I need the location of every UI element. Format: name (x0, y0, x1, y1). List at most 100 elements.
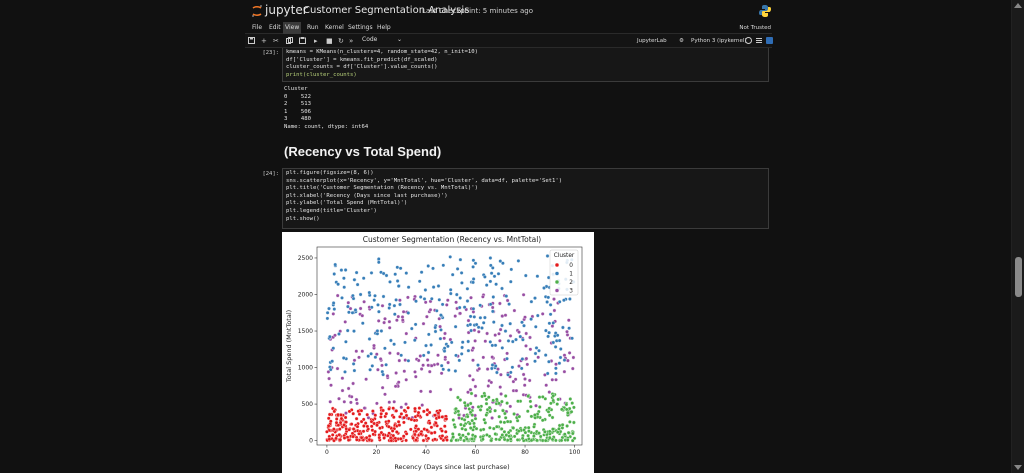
legend-marker (554, 271, 560, 276)
scatter-point-cluster-3 (489, 380, 494, 385)
jupyterlab-link[interactable]: JupyterLab (637, 38, 667, 44)
code-cell-23[interactable]: kmeans = KMeans(n_clusters=4, random_sta… (282, 48, 769, 82)
scatter-point-cluster-1 (453, 369, 458, 373)
scroll-down-icon[interactable] (1014, 465, 1022, 470)
scatter-point-cluster-1 (394, 298, 398, 302)
scatter-point-cluster-2 (474, 426, 479, 431)
scatter-point-cluster-0 (433, 413, 437, 418)
scatter-point-cluster-0 (394, 409, 399, 413)
scatter-point-cluster-0 (387, 407, 391, 411)
jupyter-logo-icon (252, 5, 262, 17)
scatter-point-cluster-3 (404, 377, 409, 382)
scatter-point-cluster-0 (356, 409, 361, 414)
scatter-point-cluster-3 (522, 383, 527, 388)
scatter-point-cluster-3 (392, 399, 397, 404)
menu-help[interactable]: Help (375, 24, 393, 31)
scatter-point-cluster-2 (451, 435, 456, 439)
scrollbar-thumb[interactable] (1015, 257, 1022, 297)
scatter-point-cluster-3 (402, 369, 407, 374)
scatter-point-cluster-3 (329, 383, 333, 388)
scatter-point-cluster-2 (526, 433, 530, 438)
scatter-point-cluster-3 (425, 314, 429, 319)
scatter-point-cluster-0 (421, 438, 426, 443)
scatter-point-cluster-0 (379, 415, 383, 419)
save-icon[interactable] (248, 37, 255, 44)
scatter-point-cluster-2 (481, 427, 486, 432)
cell-type-select[interactable]: Code ⌄ (362, 36, 402, 46)
scatter-point-cluster-2 (460, 426, 465, 431)
scatter-point-cluster-2 (456, 395, 460, 400)
restart-icon[interactable]: ↻ (338, 37, 344, 45)
menu-run[interactable]: Run (305, 24, 321, 31)
scatter-point-cluster-0 (408, 427, 413, 432)
scatter-point-cluster-2 (525, 409, 530, 414)
stop-icon[interactable]: ■ (326, 37, 333, 45)
scatter-point-cluster-3 (376, 319, 381, 323)
scatter-point-cluster-3 (428, 307, 433, 312)
fast-forward-icon[interactable]: » (349, 37, 353, 45)
scatter-point-cluster-1 (377, 309, 381, 314)
scatter-point-cluster-1 (446, 368, 451, 372)
scatter-point-cluster-1 (520, 357, 525, 361)
scatter-point-cluster-1 (332, 272, 337, 276)
scatter-point-cluster-2 (555, 402, 560, 406)
scatter-point-cluster-1 (516, 259, 521, 263)
scatter-point-cluster-3 (505, 298, 510, 303)
scatter-point-cluster-0 (325, 429, 329, 434)
scatter-point-cluster-3 (357, 355, 361, 360)
scatter-point-cluster-2 (529, 438, 534, 443)
scatter-point-cluster-1 (429, 343, 433, 347)
code-input[interactable]: plt.figure(figsize=(8, 6)) sns.scatterpl… (283, 169, 768, 224)
scatter-point-cluster-3 (471, 310, 476, 314)
scatter-point-cluster-0 (391, 406, 396, 411)
scatter-point-cluster-1 (504, 294, 509, 298)
scatter-point-cluster-3 (477, 366, 482, 371)
scatter-point-cluster-2 (512, 412, 516, 416)
add-cell-icon[interactable]: + (261, 37, 267, 45)
code-input[interactable]: kmeans = KMeans(n_clusters=4, random_sta… (283, 48, 768, 80)
scatter-point-cluster-3 (327, 376, 331, 381)
menu-kernel[interactable]: Kernel (323, 24, 346, 31)
debugger-icon[interactable] (766, 37, 773, 44)
scatter-point-cluster-1 (379, 329, 384, 333)
scatter-point-cluster-2 (526, 394, 531, 399)
menu-settings[interactable]: Settings (346, 24, 375, 31)
scatter-point-cluster-2 (481, 437, 485, 442)
scatter-point-cluster-0 (354, 416, 359, 421)
scatter-point-cluster-2 (503, 394, 508, 398)
scatter-point-cluster-1 (439, 363, 444, 368)
scatter-point-cluster-1 (367, 337, 372, 341)
code-cell-24[interactable]: plt.figure(figsize=(8, 6)) sns.scatterpl… (282, 168, 769, 229)
scatter-point-cluster-3 (376, 367, 380, 372)
kernel-name[interactable]: Python 3 (ipykernel) (691, 38, 747, 44)
copy-icon[interactable] (286, 37, 293, 44)
scatter-point-cluster-2 (557, 423, 562, 428)
scroll-up-icon[interactable] (1014, 3, 1022, 8)
scatter-point-cluster-3 (473, 393, 478, 398)
scatter-point-cluster-1 (535, 274, 540, 279)
scatter-point-cluster-2 (559, 407, 564, 412)
vertical-scrollbar[interactable] (1011, 0, 1024, 473)
scatter-point-cluster-1 (570, 336, 574, 341)
menu-icon[interactable] (756, 38, 762, 43)
menu-file[interactable]: File (250, 24, 264, 31)
scatter-point-cluster-0 (416, 427, 421, 432)
scatter-point-cluster-0 (362, 424, 366, 428)
scatter-point-cluster-0 (334, 417, 339, 421)
scatter-point-cluster-1 (501, 261, 505, 266)
paste-icon[interactable] (299, 37, 306, 44)
settings-gear-icon[interactable]: ⚙ (679, 38, 684, 44)
scatter-point-cluster-3 (358, 306, 363, 311)
scatter-point-cluster-1 (387, 302, 392, 307)
scatter-point-cluster-1 (510, 339, 515, 344)
code-line: sns.scatterplot(x='Recency', y='MntTotal… (286, 177, 563, 184)
trust-status[interactable]: Not Trusted (739, 25, 771, 31)
run-icon[interactable]: ▸ (314, 37, 318, 45)
cut-icon[interactable]: ✂ (273, 37, 279, 45)
scatter-point-cluster-0 (373, 413, 378, 418)
scatter-point-cluster-1 (533, 296, 537, 300)
menu-view[interactable]: View (283, 22, 302, 34)
menu-edit[interactable]: Edit (267, 24, 283, 31)
python-logo-icon (759, 5, 771, 17)
scatter-point-cluster-1 (351, 362, 356, 366)
